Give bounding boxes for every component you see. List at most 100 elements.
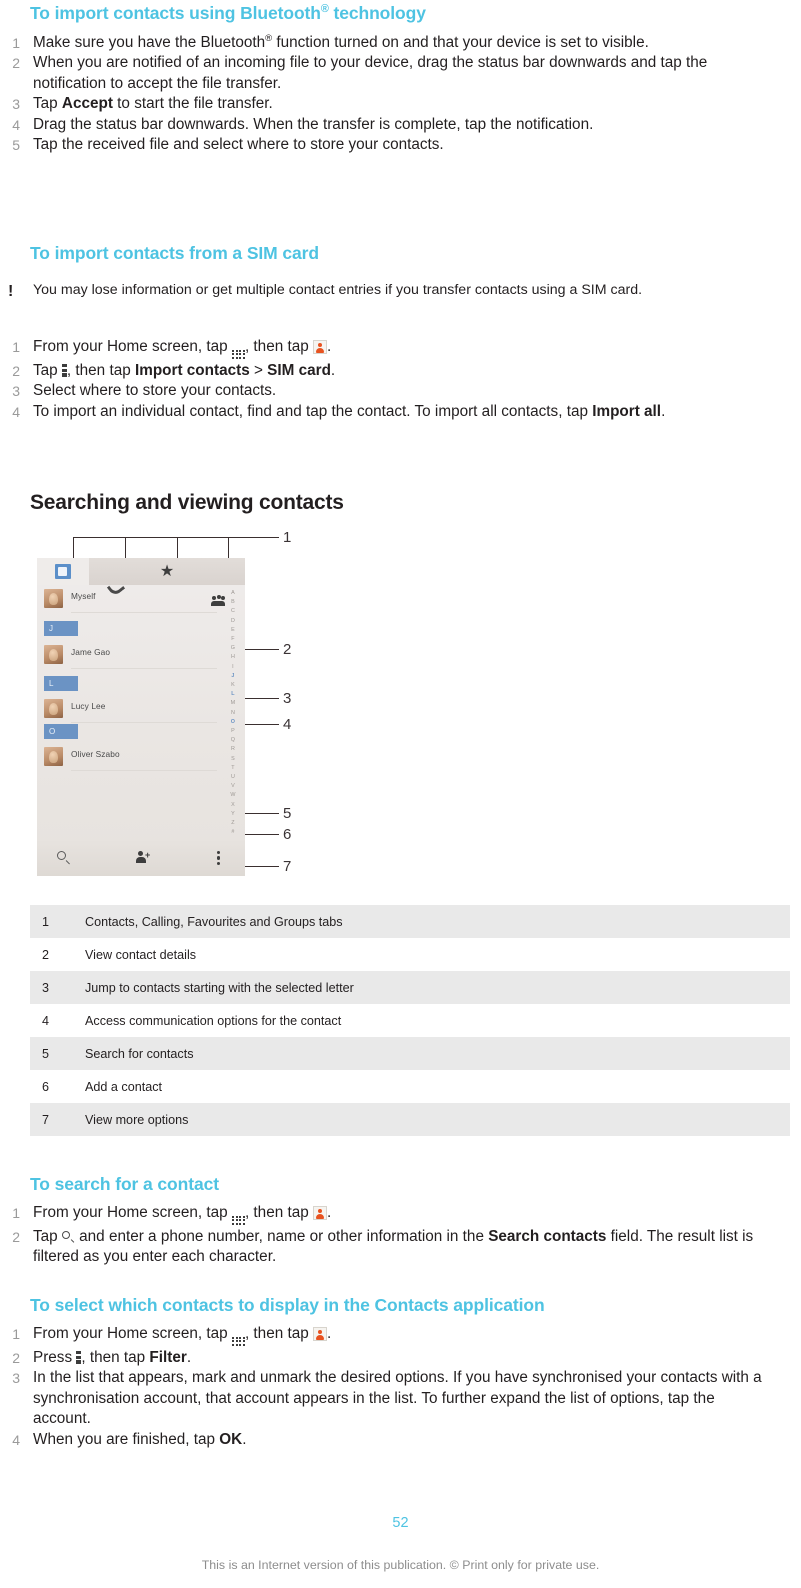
- index-letter[interactable]: Y: [231, 810, 235, 819]
- index-letter[interactable]: S: [231, 755, 235, 764]
- leader-line: [73, 537, 75, 559]
- sim-steps: From your Home screen, tap , then tap . …: [0, 337, 770, 423]
- grid-icon: [231, 1337, 245, 1348]
- list-item[interactable]: Jame Gao: [37, 643, 245, 669]
- select-section-header: To select which contacts to display in t…: [30, 1295, 800, 1316]
- step-item: Tap , then tap Import contacts > SIM car…: [10, 361, 336, 382]
- avatar: [44, 589, 63, 608]
- search-icon: [62, 1230, 75, 1243]
- index-letter[interactable]: D: [231, 617, 235, 626]
- index-letter[interactable]: H: [231, 653, 235, 662]
- index-letter[interactable]: E: [231, 626, 235, 635]
- contact-name: Myself: [71, 591, 96, 601]
- index-letter[interactable]: O: [231, 718, 235, 727]
- index-letter[interactable]: B: [231, 598, 235, 607]
- step-item: Press , then tap Filter.: [10, 1348, 192, 1369]
- table-row: 5 Search for contacts: [30, 1037, 790, 1070]
- index-letter[interactable]: G: [231, 644, 235, 653]
- heading-text: To import contacts using Bluetooth: [30, 3, 321, 23]
- step-item: Make sure you have the Bluetooth® functi…: [10, 32, 649, 54]
- section-heading-select: To select which contacts to display in t…: [30, 1295, 545, 1315]
- index-letter[interactable]: T: [231, 764, 235, 773]
- divider: [71, 722, 217, 723]
- legend-description: View contact details: [85, 947, 197, 962]
- divider: [71, 668, 217, 669]
- search-section-header: To search for a contact: [30, 1174, 790, 1195]
- legend-description: Contacts, Calling, Favourites and Groups…: [85, 914, 343, 929]
- index-letter[interactable]: N: [231, 709, 235, 718]
- contact-name: Lucy Lee: [71, 701, 106, 711]
- heading-text-post: technology: [328, 3, 426, 23]
- index-letter[interactable]: Q: [231, 736, 235, 745]
- alpha-header-o: O: [44, 724, 78, 739]
- contact-list[interactable]: Myself J Jame Gao L Lucy Lee O Oliver Sz…: [37, 585, 245, 840]
- page-number: 52: [392, 1515, 409, 1531]
- table-row: 3 Jump to contacts starting with the sele…: [30, 971, 790, 1004]
- index-letter[interactable]: P: [231, 727, 235, 736]
- contacts-app-icon: [312, 1327, 327, 1341]
- bluetooth-steps: Make sure you have the Bluetooth® functi…: [0, 32, 770, 156]
- registered-mark: ®: [320, 3, 329, 16]
- index-letter[interactable]: W: [230, 791, 235, 800]
- step-item: In the list that appears, mark and unmar…: [10, 1368, 762, 1428]
- more-options-icon[interactable]: [217, 851, 222, 866]
- add-contact-icon[interactable]: +: [135, 851, 151, 866]
- step-item: When you are finished, tap OK.: [10, 1430, 247, 1451]
- legend-number: 2: [42, 947, 50, 962]
- contacts-app-icon: [312, 340, 327, 354]
- index-letter[interactable]: I: [232, 663, 234, 672]
- alphabet-index-scrubber[interactable]: A B C D E F G H I J K L M N O P Q R S T U V W X Y Z #: [227, 589, 239, 837]
- list-item[interactable]: Lucy Lee: [37, 697, 245, 723]
- contact-name: Jame Gao: [71, 647, 111, 657]
- index-letter[interactable]: K: [231, 681, 235, 690]
- legend-description: Jump to contacts starting with the selec…: [85, 980, 354, 995]
- callout-number: 6: [283, 826, 292, 843]
- index-letter[interactable]: L: [231, 690, 235, 699]
- legend-number: 7: [42, 1112, 50, 1127]
- avatar: [44, 747, 63, 766]
- list-item[interactable]: Oliver Szabo: [37, 745, 245, 771]
- legend-table: 1 Contacts, Calling, Favourites and Group…: [30, 905, 790, 1136]
- divider: [71, 770, 217, 771]
- search-steps: From your Home screen, tap , then tap . …: [0, 1203, 770, 1268]
- step-item: When you are notified of an incoming fil…: [10, 53, 708, 92]
- table-row: 1 Contacts, Calling, Favourites and Group…: [30, 905, 790, 938]
- leader-line: [125, 537, 127, 559]
- bluetooth-section: To import contacts using Bluetooth® tech…: [30, 3, 790, 24]
- index-letter[interactable]: C: [231, 607, 235, 616]
- index-letter[interactable]: V: [231, 782, 235, 791]
- index-letter[interactable]: X: [231, 801, 235, 810]
- ui-label-search-contacts: Search contacts: [488, 1228, 607, 1245]
- sim-section-header: To import contacts from a SIM card: [30, 243, 790, 264]
- legend-number: 3: [42, 980, 50, 995]
- bottom-toolbar: +: [37, 840, 245, 876]
- phone-diagram: 1 2 3 4 5 6 7 ★ Myself J Jame Gao L Lucy…: [30, 525, 291, 885]
- leader-line: [228, 537, 230, 559]
- index-letter[interactable]: U: [231, 773, 235, 782]
- index-letter[interactable]: F: [231, 635, 235, 644]
- avatar: [44, 699, 63, 718]
- contact-card-icon[interactable]: [55, 564, 71, 579]
- index-letter[interactable]: #: [231, 828, 234, 837]
- star-icon[interactable]: ★: [159, 564, 175, 580]
- index-letter[interactable]: J: [231, 672, 234, 681]
- index-letter[interactable]: A: [231, 589, 235, 598]
- table-row: 6 Add a contact: [30, 1070, 790, 1103]
- grid-icon: [231, 1216, 245, 1227]
- leader-line: [73, 537, 261, 539]
- callout-number: 3: [283, 690, 292, 707]
- index-letter[interactable]: Z: [231, 819, 235, 828]
- alpha-header-l: L: [44, 676, 78, 691]
- callout-number: 1: [283, 529, 292, 546]
- alpha-header-j: J: [44, 621, 78, 636]
- leader-line: [177, 537, 179, 559]
- overflow-menu-icon: [61, 364, 67, 377]
- index-letter[interactable]: M: [231, 699, 236, 708]
- list-item[interactable]: Myself: [37, 587, 245, 613]
- search-contacts-icon[interactable]: [57, 851, 71, 866]
- ui-label-import-all: Import all: [592, 402, 662, 420]
- phone-screen: ★ Myself J Jame Gao L Lucy Lee O Oliver …: [37, 558, 245, 876]
- table-row: 7 View more options: [30, 1103, 790, 1136]
- legend-number: 4: [42, 1013, 50, 1028]
- index-letter[interactable]: R: [231, 745, 235, 754]
